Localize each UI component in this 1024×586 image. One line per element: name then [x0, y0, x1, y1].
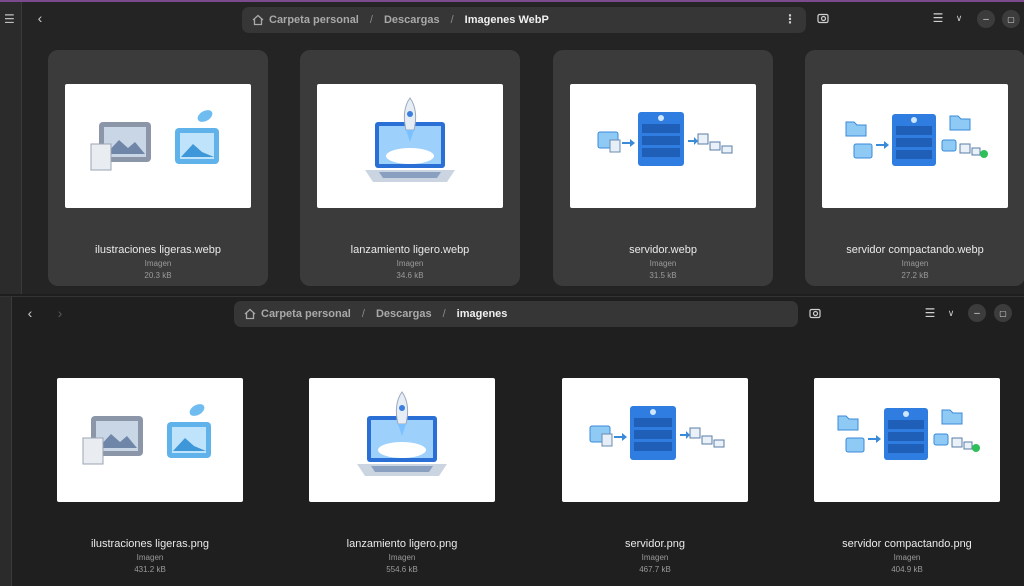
file-item[interactable]: servidor compactando.png Imagen 404.9 kB [797, 344, 1017, 580]
headerbar: ‹ › Carpeta personal / Descargas / image… [0, 297, 1024, 331]
server-icon [597, 112, 733, 166]
maximize-icon: ▢ [1007, 14, 1015, 24]
file-type: Imagen [144, 259, 172, 268]
file-manager-window-images: ‹ › Carpeta personal / Descargas / image… [0, 296, 1024, 586]
minimize-button[interactable]: – [977, 10, 995, 28]
file-name: servidor compactando.webp [846, 244, 984, 256]
thumbnail-server [562, 378, 748, 502]
file-item[interactable]: servidor compactando.webp Imagen 27.2 kB [805, 50, 1024, 286]
view-toggle-button[interactable]: ☰ [922, 305, 938, 321]
file-size: 27.2 kB [901, 271, 929, 280]
file-type: Imagen [136, 553, 164, 562]
home-icon [244, 308, 256, 320]
file-name: servidor.webp [629, 244, 697, 256]
breadcrumb-downloads[interactable]: Descargas [384, 14, 440, 26]
file-item[interactable]: ilustraciones ligeras.png Imagen 431.2 k… [40, 344, 260, 580]
server-icon [589, 406, 725, 460]
file-type: Imagen [388, 553, 416, 562]
thumbnail-rocket-laptop [317, 84, 503, 208]
sidebar-collapsed[interactable]: ☰ [0, 2, 22, 294]
file-size: 31.5 kB [649, 271, 677, 280]
breadcrumb-home[interactable]: Carpeta personal [261, 308, 351, 320]
breadcrumb-separator: / [361, 308, 365, 320]
home-icon [252, 14, 264, 26]
file-type: Imagen [641, 553, 669, 562]
view-toggle-button[interactable]: ☰ [930, 10, 946, 26]
search-icon [816, 13, 829, 23]
image-illustrations-icon [82, 404, 211, 465]
file-type: Imagen [396, 259, 424, 268]
file-name: servidor compactando.png [842, 538, 972, 550]
chevron-right-icon: › [57, 305, 63, 321]
file-manager-window-webp: ☰ ‹ Carpeta personal / Descargas / Image… [0, 0, 1024, 294]
server-compacting-icon [837, 408, 980, 460]
view-options-button[interactable]: ∨ [951, 10, 967, 26]
thumbnail-server-compacting [822, 84, 1008, 208]
file-type: Imagen [901, 259, 929, 268]
file-size: 431.2 kB [134, 565, 166, 574]
minimize-icon: – [983, 13, 989, 25]
image-illustrations-icon [90, 110, 219, 171]
server-compacting-icon [845, 114, 988, 166]
headerbar: ‹ Carpeta personal / Descargas / Imagene… [0, 2, 1024, 36]
thumbnail-illustrations [57, 378, 243, 502]
file-name: lanzamiento ligero.webp [350, 244, 470, 256]
thumbnail-illustrations [65, 84, 251, 208]
breadcrumb-separator: / [450, 14, 454, 26]
maximize-button[interactable]: ▢ [1002, 10, 1020, 28]
view-options-button[interactable]: ∨ [943, 305, 959, 321]
maximize-icon: ▢ [999, 308, 1007, 318]
file-name: servidor.png [625, 538, 685, 550]
file-size: 467.7 kB [639, 565, 671, 574]
forward-button[interactable]: › [50, 303, 70, 323]
chevron-down-icon: ∨ [955, 12, 963, 23]
file-name: lanzamiento ligero.png [346, 538, 458, 550]
file-item[interactable]: ilustraciones ligeras.webp Imagen 20.3 k… [48, 50, 268, 286]
breadcrumb-home[interactable]: Carpeta personal [269, 14, 359, 26]
search-button[interactable] [815, 10, 831, 26]
back-button[interactable]: ‹ [20, 303, 40, 323]
chevron-left-icon: ‹ [37, 10, 43, 26]
file-size: 404.9 kB [891, 565, 923, 574]
back-button[interactable]: ‹ [30, 8, 50, 28]
file-size: 20.3 kB [144, 271, 172, 280]
file-item[interactable]: lanzamiento ligero.webp Imagen 34.6 kB [300, 50, 520, 286]
file-type: Imagen [893, 553, 921, 562]
breadcrumb-separator: / [442, 308, 446, 320]
file-size: 34.6 kB [396, 271, 424, 280]
breadcrumb-current[interactable]: Imagenes WebP [465, 14, 549, 26]
kebab-menu-icon[interactable]: ⋮ [784, 12, 796, 26]
file-name: ilustraciones ligeras.webp [95, 244, 221, 256]
file-name: ilustraciones ligeras.png [90, 538, 209, 550]
minimize-button[interactable]: – [968, 304, 986, 322]
thumbnail-server [570, 84, 756, 208]
file-item[interactable]: servidor.png Imagen 467.7 kB [545, 344, 765, 580]
file-item[interactable]: lanzamiento ligero.png Imagen 554.6 kB [292, 344, 512, 580]
sidebar-collapsed[interactable] [0, 297, 12, 586]
path-bar[interactable]: Carpeta personal / Descargas / imagenes [234, 301, 798, 327]
thumbnail-server-compacting [814, 378, 1000, 502]
file-type: Imagen [649, 259, 677, 268]
breadcrumb-separator: / [369, 14, 373, 26]
maximize-button[interactable]: ▢ [994, 304, 1012, 322]
file-item[interactable]: servidor.webp Imagen 31.5 kB [553, 50, 773, 286]
search-icon [808, 308, 821, 318]
chevron-down-icon: ∨ [947, 307, 955, 318]
rocket-laptop-icon [357, 391, 447, 476]
path-bar[interactable]: Carpeta personal / Descargas / Imagenes … [242, 7, 806, 33]
minimize-icon: – [974, 307, 980, 319]
list-view-icon: ☰ [924, 306, 936, 320]
chevron-left-icon: ‹ [27, 305, 33, 321]
search-button[interactable] [807, 305, 823, 321]
breadcrumb-current[interactable]: imagenes [457, 308, 508, 320]
thumbnail-rocket-laptop [309, 378, 495, 502]
list-view-icon: ☰ [932, 11, 944, 25]
file-size: 554.6 kB [386, 565, 418, 574]
rocket-laptop-icon [365, 97, 455, 182]
breadcrumb-downloads[interactable]: Descargas [376, 308, 432, 320]
